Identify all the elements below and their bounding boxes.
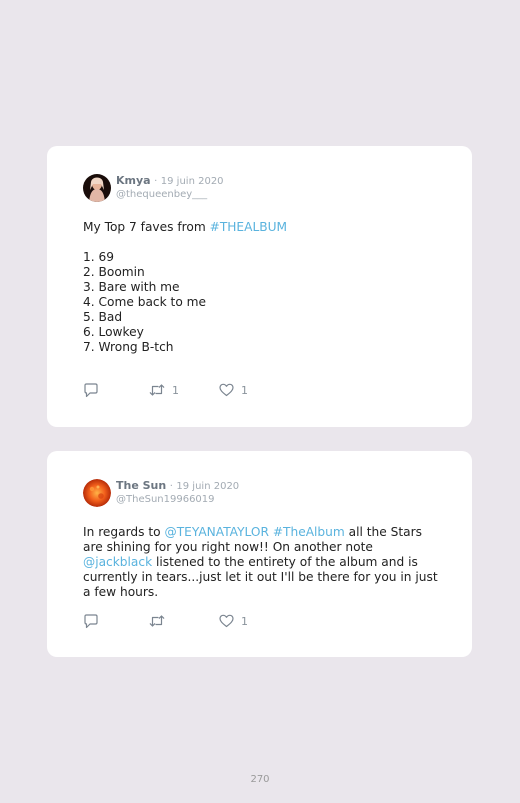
like-count: 1 xyxy=(241,383,248,397)
tweet-actions: 1 1 xyxy=(83,382,283,398)
like-button[interactable]: 1 xyxy=(219,613,248,629)
author-name[interactable]: The Sun xyxy=(116,479,166,492)
retweet-button[interactable]: 1 xyxy=(149,382,179,398)
avatar[interactable] xyxy=(83,479,111,507)
list-item: 2. Boomin xyxy=(83,265,145,279)
author-line: Kmya · 19 juin 2020 xyxy=(116,174,224,187)
like-count: 1 xyxy=(241,614,248,628)
speech-bubble-icon xyxy=(84,613,98,628)
list-item: 6. Lowkey xyxy=(83,325,144,339)
mention-link[interactable]: @jackblack xyxy=(83,555,152,569)
tweet-card: Kmya · 19 juin 2020 @thequeenbey___ My T… xyxy=(47,146,472,427)
retweet-icon xyxy=(149,384,165,396)
separator: · xyxy=(154,176,158,187)
list-item: 4. Come back to me xyxy=(83,295,207,309)
tweet-date[interactable]: 19 juin 2020 xyxy=(161,176,224,187)
tweet-actions: 1 xyxy=(83,613,283,629)
heart-icon xyxy=(219,614,234,628)
page-number: 270 xyxy=(250,774,270,785)
heart-icon xyxy=(219,383,234,397)
tweet-date[interactable]: 19 juin 2020 xyxy=(176,481,239,492)
author-handle[interactable]: @TheSun19966019 xyxy=(116,494,215,505)
tweet-card: The Sun · 19 juin 2020 @TheSun19966019 I… xyxy=(47,451,472,657)
author-name[interactable]: Kmya xyxy=(116,174,151,187)
intro-text: My Top 7 faves from xyxy=(83,220,210,234)
tweet-text: My Top 7 faves from #THEALBUM 1. 69 2. B… xyxy=(83,220,443,355)
hashtag-link[interactable]: #THEALBUM xyxy=(210,220,287,234)
author-line: The Sun · 19 juin 2020 xyxy=(116,479,239,492)
avatar[interactable] xyxy=(83,174,111,202)
tweet-text: In regards to @TEYANATAYLOR #TheAlbum al… xyxy=(83,525,443,600)
speech-bubble-icon xyxy=(84,382,98,397)
retweet-icon xyxy=(149,615,165,627)
list-item: 5. Bad xyxy=(83,310,123,324)
text-segment: In regards to xyxy=(83,525,165,539)
retweet-button[interactable] xyxy=(149,613,172,629)
hashtag-link[interactable]: #TheAlbum xyxy=(273,525,345,539)
like-button[interactable]: 1 xyxy=(219,382,248,398)
list-item: 1. 69 xyxy=(83,250,115,264)
tweet-intro: My Top 7 faves from #THEALBUM xyxy=(83,220,443,235)
retweet-count: 1 xyxy=(172,383,179,397)
author-handle[interactable]: @thequeenbey___ xyxy=(116,189,207,200)
list-item: 7. Wrong B-tch xyxy=(83,340,174,354)
reply-button[interactable] xyxy=(83,382,99,398)
list-item: 3. Bare with me xyxy=(83,280,180,294)
separator: · xyxy=(169,481,173,492)
reply-button[interactable] xyxy=(83,613,99,629)
mention-link[interactable]: @TEYANATAYLOR xyxy=(165,525,269,539)
